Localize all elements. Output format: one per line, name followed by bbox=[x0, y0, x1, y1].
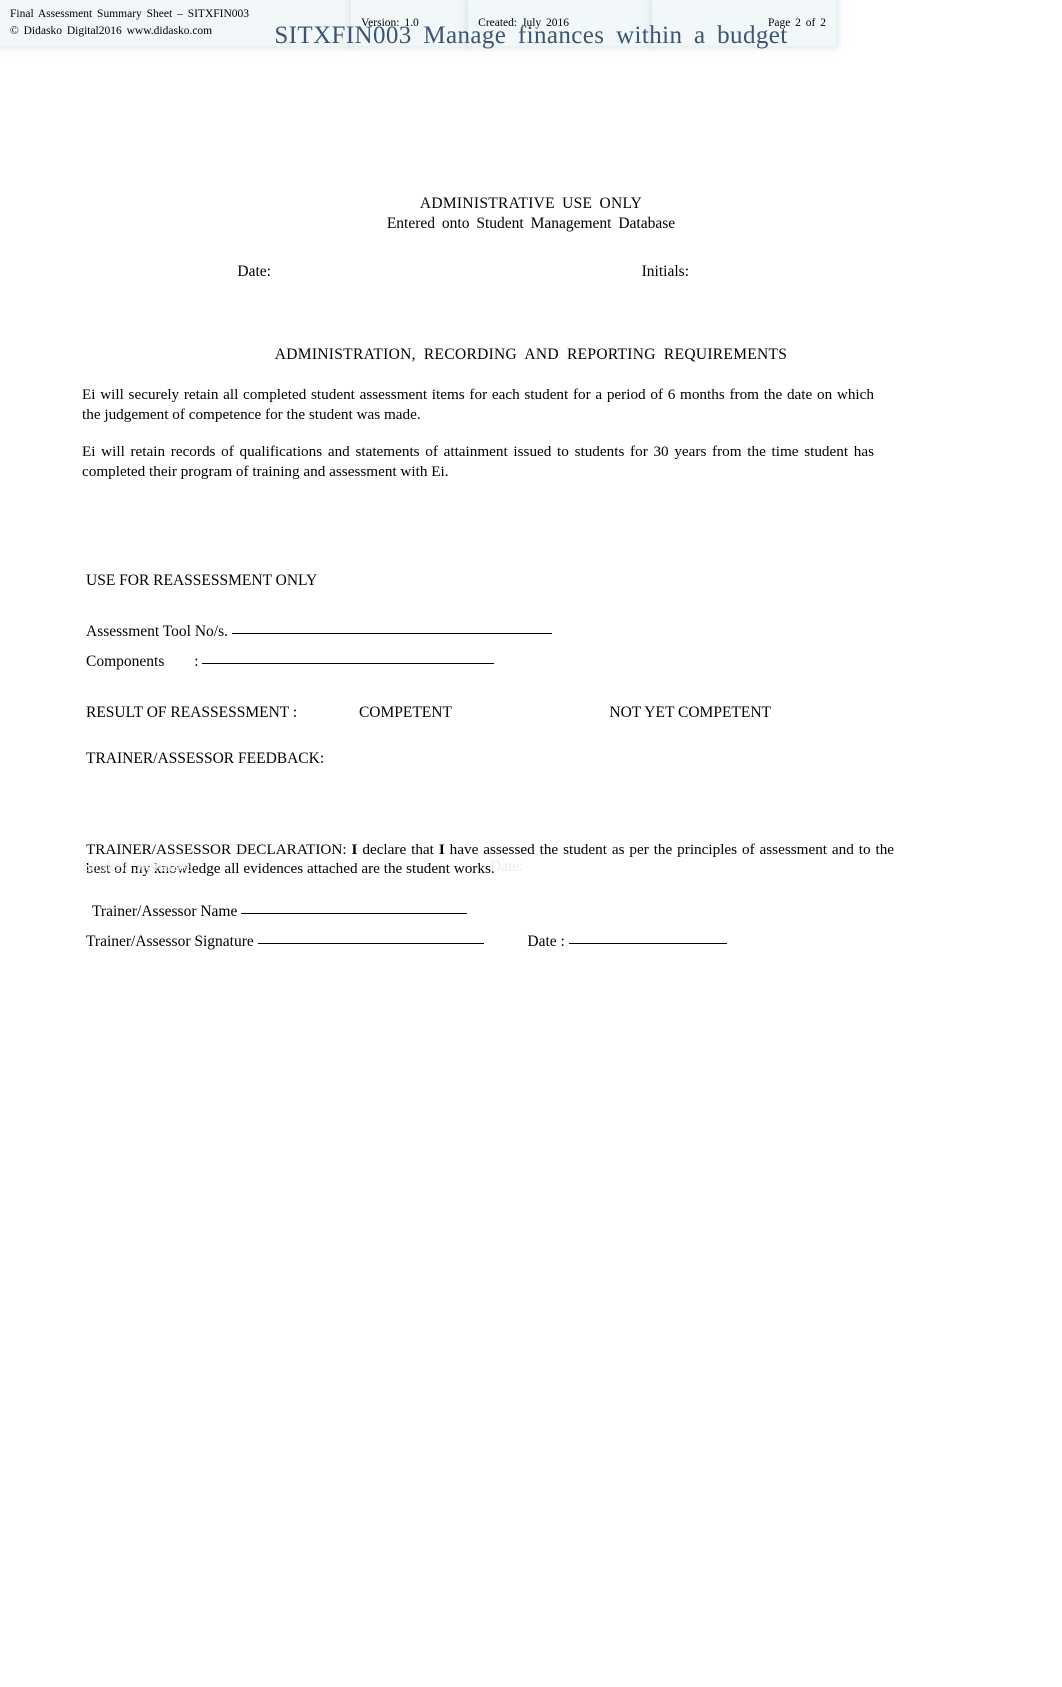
trainer-signoff-cell: Trainer/Assessor Name Trainer/Assessor S… bbox=[72, 884, 908, 970]
date-label: Date: bbox=[72, 248, 281, 296]
date-input-cell[interactable] bbox=[281, 248, 490, 296]
trainer-signature-label: Trainer/Assessor Signature bbox=[86, 933, 254, 950]
trainer-signature-input[interactable] bbox=[257, 943, 484, 944]
declaration-body-1: declare that bbox=[362, 840, 434, 858]
trainer-date-input[interactable] bbox=[568, 943, 727, 944]
components-row: Components : bbox=[86, 647, 894, 677]
table-row: TRAINER/ASSESSOR FEEDBACK: bbox=[72, 736, 908, 834]
page-title: SITXFIN003 Manage finances within a budg… bbox=[274, 22, 788, 49]
initials-input-cell[interactable] bbox=[699, 248, 908, 296]
assessment-tool-row: Assessment Tool No/s. bbox=[86, 617, 894, 647]
administrative-use-subtitle: Entered onto Student Management Database bbox=[386, 215, 676, 232]
administrative-use-title: ADMINISTRATIVE USE ONLY bbox=[419, 195, 643, 212]
requirements-paragraph-2: Ei will retain records of qualifications… bbox=[82, 443, 874, 480]
table-row: RESULT OF REASSESSMENT : COMPETENT NOT Y… bbox=[72, 690, 908, 736]
result-option-not-yet-competent[interactable]: NOT YET COMPETENT bbox=[609, 704, 771, 721]
declaration-pronoun-2: I bbox=[438, 840, 445, 858]
requirements-paragraph-1: Ei will securely retain all completed st… bbox=[82, 386, 874, 423]
reassessment-fields-cell: Assessment Tool No/s. Components : bbox=[72, 604, 908, 690]
result-label: RESULT OF REASSESSMENT : bbox=[86, 704, 298, 721]
trainer-feedback-label: TRAINER/ASSESSOR FEEDBACK: bbox=[86, 750, 325, 767]
document-page: SITXFIN003 Manage finances within a budg… bbox=[0, 0, 1062, 1687]
table-row: Trainer/Assessor Name Trainer/Assessor S… bbox=[72, 884, 908, 970]
reassessment-box-title: USE FOR REASSESSMENT ONLY bbox=[72, 558, 908, 604]
assessment-tool-label: Assessment Tool No/s. bbox=[86, 623, 229, 640]
trainer-name-input[interactable] bbox=[241, 913, 468, 914]
trainer-feedback-cell[interactable]: TRAINER/ASSESSOR FEEDBACK: bbox=[72, 736, 908, 834]
components-label: Components bbox=[86, 653, 165, 670]
administrative-use-heading: ADMINISTRATIVE USE ONLY Entered onto Stu… bbox=[0, 195, 1062, 233]
table-row: Date: Initials: bbox=[72, 248, 908, 296]
footer-doc-name: Final Assessment Summary Sheet – SITXFIN… bbox=[10, 8, 250, 20]
reassessment-result-cell: RESULT OF REASSESSMENT : COMPETENT NOT Y… bbox=[72, 690, 908, 736]
trainer-name-label: Trainer/Assessor Name bbox=[92, 903, 238, 920]
trainer-date-label: Date : bbox=[527, 933, 565, 950]
table-row: USE FOR REASSESSMENT ONLY bbox=[72, 558, 908, 604]
administrative-entry-table: Date: Initials: bbox=[72, 248, 908, 296]
components-input[interactable] bbox=[202, 663, 495, 664]
initials-label: Initials: bbox=[490, 248, 699, 296]
table-row: TRAINER/ASSESSOR DECLARATION: I declare … bbox=[72, 834, 908, 884]
trainer-signature-row: Trainer/Assessor Signature Date : bbox=[86, 927, 894, 957]
table-row: Assessment Tool No/s. Components : bbox=[72, 604, 908, 690]
trainer-declaration-cell: TRAINER/ASSESSOR DECLARATION: I declare … bbox=[72, 834, 908, 884]
assessment-tool-input[interactable] bbox=[231, 633, 552, 634]
result-option-competent[interactable]: COMPETENT bbox=[359, 704, 452, 721]
components-separator: : bbox=[194, 653, 199, 670]
declaration-pronoun-1: I bbox=[351, 840, 358, 858]
requirements-title: ADMINISTRATION, RECORDING AND REPORTING … bbox=[274, 346, 788, 363]
reassessment-table: USE FOR REASSESSMENT ONLY Assessment Too… bbox=[72, 558, 908, 970]
trainer-declaration-prefix: TRAINER/ASSESSOR DECLARATION: bbox=[86, 840, 347, 858]
trainer-name-row: Trainer/Assessor Name bbox=[86, 897, 894, 927]
